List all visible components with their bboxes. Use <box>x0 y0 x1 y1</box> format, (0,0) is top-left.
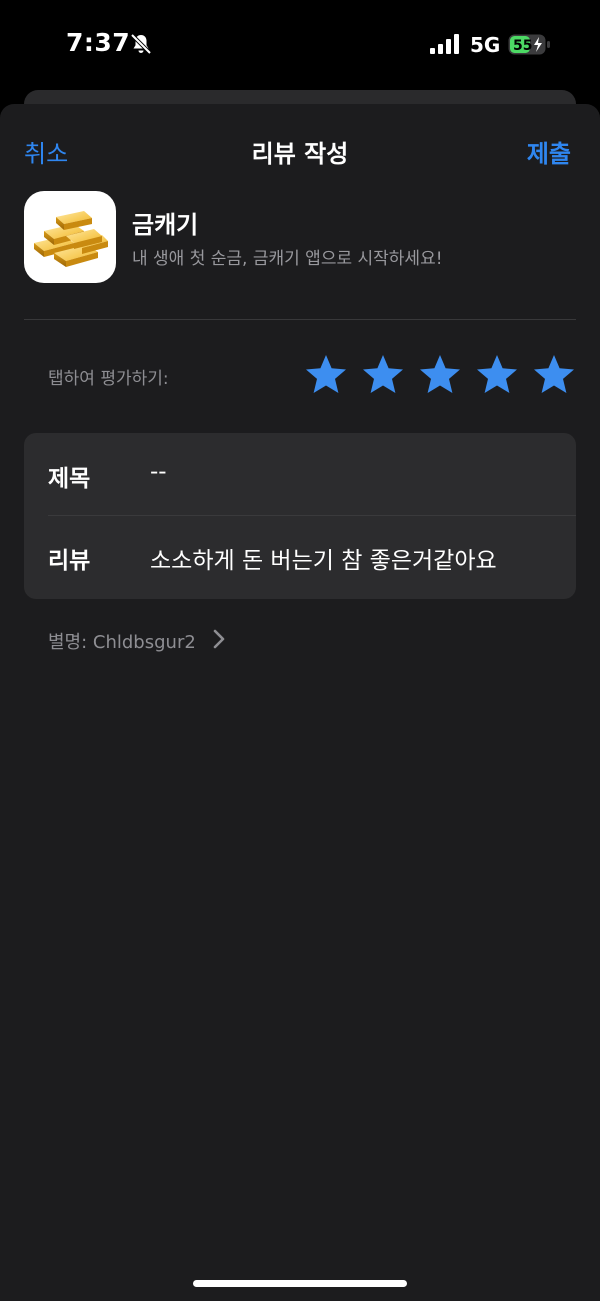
battery-charging-icon: 55 <box>508 34 550 55</box>
app-name: 금캐기 <box>132 211 199 239</box>
star-icon[interactable] <box>361 352 405 396</box>
bell-slash-icon <box>130 33 152 55</box>
star-icon[interactable] <box>532 352 576 396</box>
title-input[interactable]: -- <box>150 459 167 485</box>
page-title: 리뷰 작성 <box>251 140 349 168</box>
review-label: 리뷰 <box>48 548 91 574</box>
star-icon[interactable] <box>418 352 462 396</box>
star-icon[interactable] <box>304 352 348 396</box>
star-icon[interactable] <box>475 352 519 396</box>
submit-button[interactable]: 제출 <box>527 134 571 169</box>
rating-label: 탭하여 평가하기: <box>48 369 169 389</box>
title-label: 제목 <box>48 466 91 492</box>
screen: 7:37 5G 55 취소 리뷰 작성 제출 금캐기 내 생애 첫 순금, 금캐… <box>0 0 600 1301</box>
app-subtitle: 내 생애 첫 순금, 금캐기 앱으로 시작하세요! <box>132 249 443 269</box>
home-indicator[interactable] <box>193 1280 407 1287</box>
review-form: 제목 -- 리뷰 소소하게 돈 버는기 참 좋은거같아요 <box>24 433 576 599</box>
status-time: 7:37 <box>66 28 131 57</box>
row-divider <box>48 515 576 516</box>
nickname-link[interactable]: 별명: Chldbsgur2 <box>48 628 196 654</box>
review-input[interactable]: 소소하게 돈 버는기 참 좋은거같아요 <box>150 541 497 575</box>
divider <box>24 319 576 320</box>
network-type: 5G <box>470 33 501 57</box>
chevron-right-icon <box>213 629 225 649</box>
signal-icon <box>430 34 459 54</box>
review-sheet: 취소 리뷰 작성 제출 금캐기 내 생애 첫 순금, 금캐기 앱으로 시작하세요… <box>0 104 600 1301</box>
star-rating[interactable] <box>304 352 580 396</box>
gold-bars-icon <box>34 211 108 267</box>
app-icon <box>24 191 116 283</box>
battery-level: 55 <box>513 38 532 54</box>
status-bar: 7:37 5G 55 <box>0 0 600 90</box>
